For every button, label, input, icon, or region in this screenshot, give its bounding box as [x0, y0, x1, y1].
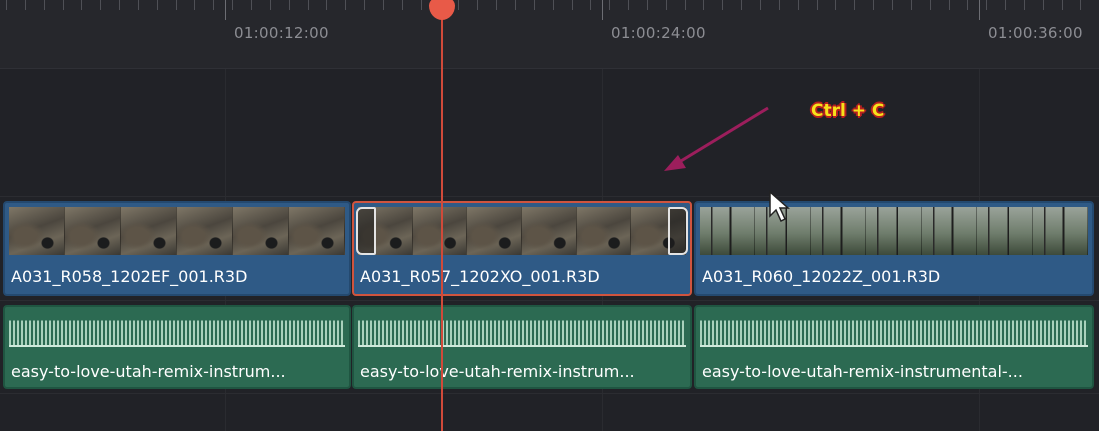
timeline[interactable]: 01:00:12:00 01:00:24:00 01:00:36:00 A031… — [0, 0, 1099, 431]
mouse-pointer-icon — [769, 190, 790, 223]
shortcut-annotation: Ctrl + C — [811, 101, 885, 121]
annotation-arrow-icon — [664, 106, 769, 171]
